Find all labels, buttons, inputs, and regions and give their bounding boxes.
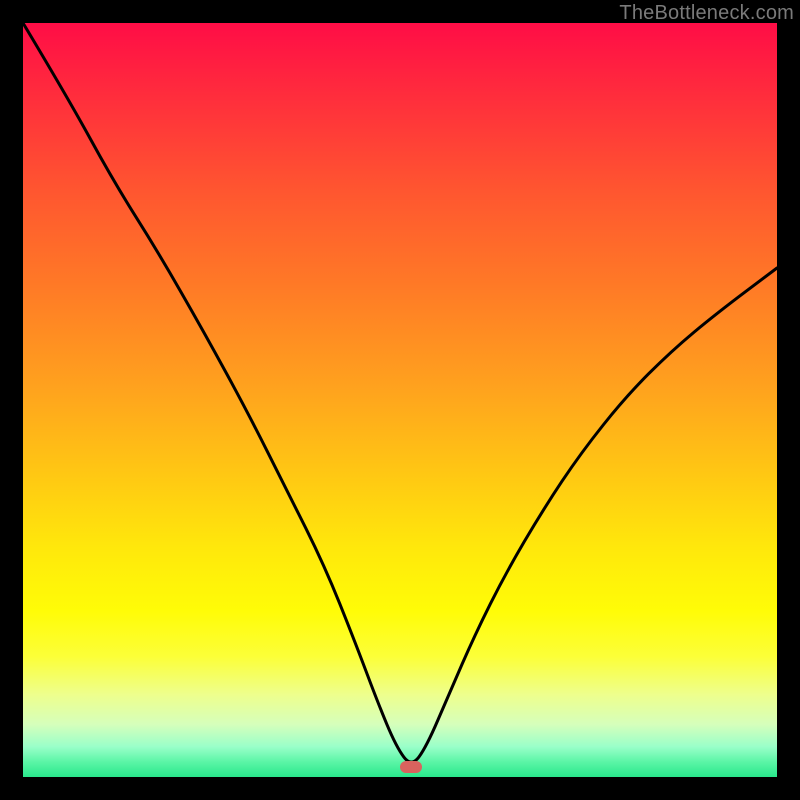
- curve-path: [23, 23, 777, 762]
- bottleneck-curve: [23, 23, 777, 777]
- minimum-marker: [400, 761, 422, 773]
- watermark-text: TheBottleneck.com: [619, 2, 794, 25]
- chart-frame: TheBottleneck.com: [0, 0, 800, 800]
